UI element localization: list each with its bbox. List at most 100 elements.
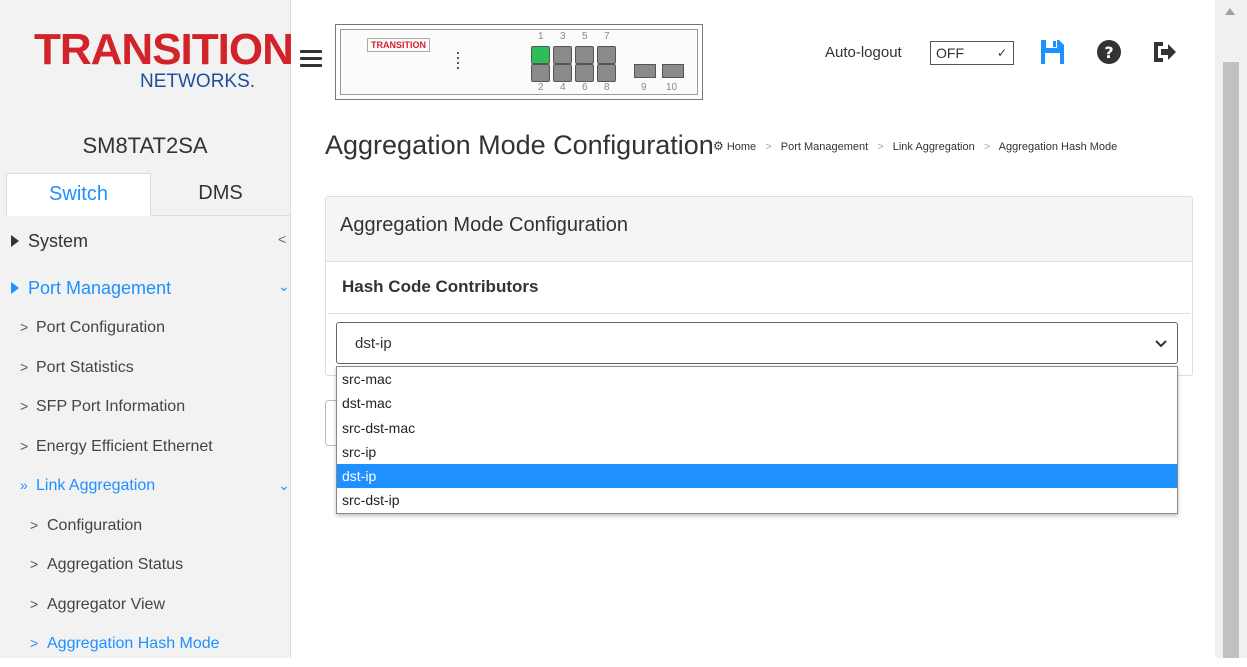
status-leds (457, 52, 461, 72)
sidebar-item-energy-efficient-ethernet[interactable]: > Energy Efficient Ethernet (0, 430, 290, 470)
port-number: 4 (560, 82, 566, 93)
chevron-right-icon: > (30, 516, 39, 533)
help-icon[interactable]: ? (1095, 38, 1123, 66)
sidebar-item-label: Port Configuration (36, 319, 165, 336)
sidebar-item-aggregation-status[interactable]: > Aggregation Status (0, 548, 290, 588)
chevron-right-icon: > (20, 398, 29, 414)
chevron-down-icon: ⌄ (278, 477, 290, 493)
caret-right-icon (11, 282, 19, 294)
chevron-left-icon: < (278, 231, 287, 247)
port-number: 10 (666, 82, 678, 93)
sidebar-item-port-statistics[interactable]: > Port Statistics (0, 351, 290, 391)
logo-subtext: NETWORKS. (140, 71, 256, 92)
tab-switch[interactable]: Switch (6, 173, 151, 216)
hash-options-list: src-mac dst-mac src-dst-mac src-ip dst-i… (336, 366, 1178, 514)
scrollbar-thumb[interactable] (1223, 62, 1239, 658)
page-scrollbar[interactable] (1215, 0, 1247, 658)
port-number: 2 (538, 82, 544, 93)
select-value: dst-ip (355, 335, 392, 352)
port-5[interactable] (575, 46, 594, 64)
caret-right-icon (11, 235, 19, 247)
breadcrumb-home[interactable]: Home (727, 141, 756, 153)
home-icon: ⚙ (713, 139, 724, 153)
sidebar-item-configuration[interactable]: > Configuration (0, 509, 290, 549)
port-7[interactable] (597, 46, 616, 64)
sidebar-item-label: Aggregation Status (47, 556, 184, 573)
chevron-right-icon: > (20, 319, 29, 335)
auto-logout-value: OFF (936, 45, 964, 61)
sidebar-item-label: Port Statistics (36, 358, 134, 376)
option-src-ip[interactable]: src-ip (337, 440, 1177, 464)
option-src-mac[interactable]: src-mac (337, 367, 1177, 391)
scroll-up-arrow-icon[interactable] (1225, 8, 1235, 15)
device-panel: TRANSITION 1 3 5 7 2 4 6 8 9 10 (335, 24, 703, 100)
sidebar-item-aggregator-view[interactable]: > Aggregator View (0, 588, 290, 628)
chevron-right-icon: > (30, 635, 39, 651)
breadcrumb-link-aggregation[interactable]: Link Aggregation (893, 141, 975, 153)
page-title: Aggregation Mode Configuration (325, 130, 714, 160)
sidebar-item-aggregation-hash-mode[interactable]: > Aggregation Hash Mode (0, 627, 290, 667)
port-number: 7 (604, 31, 610, 42)
hostname: SM8TAT2SA (82, 133, 208, 158)
sfp-port-10[interactable] (662, 64, 684, 78)
sidebar-item-port-configuration[interactable]: > Port Configuration (0, 311, 290, 351)
auto-logout-select[interactable]: OFF ✓ (930, 41, 1014, 65)
panel-title: Aggregation Mode Configuration (340, 214, 628, 236)
chevron-down-icon: ✓ (996, 46, 1007, 60)
option-dst-mac[interactable]: dst-mac (337, 391, 1177, 415)
sidebar-item-label: Energy Efficient Ethernet (36, 437, 213, 455)
breadcrumb: ⚙ Home > Port Management > Link Aggregat… (713, 139, 1118, 153)
port-number: 9 (641, 82, 647, 93)
port-number: 6 (582, 82, 588, 93)
svg-text:?: ? (1104, 43, 1113, 62)
sidebar-item-label: Link Aggregation (36, 477, 156, 494)
double-chevron-right-icon: » (20, 477, 28, 493)
chevron-right-icon: > (20, 437, 29, 454)
sidebar-item-link-aggregation[interactable]: » Link Aggregation ⌄ (0, 469, 290, 509)
panel-header: Aggregation Mode Configuration (326, 197, 1192, 262)
logout-icon[interactable] (1150, 38, 1178, 66)
chevron-right-icon: > (30, 595, 39, 612)
sidebar-item-sfp-port-information[interactable]: > SFP Port Information (0, 390, 290, 430)
hash-contributor-select[interactable]: dst-ip (336, 322, 1178, 364)
port-4[interactable] (553, 64, 572, 82)
sidebar: SM8TAT2SA Switch DMS System < Port Manag… (0, 125, 291, 658)
chevron-down-icon (1155, 340, 1167, 348)
top-bar: TRANSITION NETWORKS. TRANSITION 1 3 5 7 … (0, 0, 1215, 125)
port-number: 8 (604, 82, 610, 93)
logo-text: TRANSITION (34, 25, 294, 74)
auto-logout-label: Auto-logout (825, 44, 902, 61)
option-dst-ip[interactable]: dst-ip (337, 464, 1177, 489)
sidebar-item-label: Aggregation Hash Mode (47, 635, 220, 652)
tab-dms[interactable]: DMS (151, 173, 290, 216)
port-8[interactable] (597, 64, 616, 82)
sidebar-item-label: Aggregator View (47, 595, 165, 613)
breadcrumb-port-management[interactable]: Port Management (781, 141, 868, 153)
sfp-port-9[interactable] (634, 64, 656, 78)
logo: TRANSITION NETWORKS. (0, 0, 294, 125)
chevron-right-icon: > (20, 358, 29, 375)
port-3[interactable] (553, 46, 572, 64)
breadcrumb-current: Aggregation Hash Mode (998, 141, 1118, 153)
device-logo: TRANSITION (367, 38, 430, 52)
option-src-dst-ip[interactable]: src-dst-ip (337, 488, 1177, 512)
port-6[interactable] (575, 64, 594, 82)
sidebar-nav: System < Port Management ⌄ > Port Config… (0, 217, 290, 667)
sidebar-item-label: System (28, 231, 89, 251)
sidebar-item-label: Port Management (28, 278, 172, 298)
port-number: 5 (582, 31, 588, 42)
menu-toggle-icon[interactable] (300, 50, 322, 68)
port-number: 3 (560, 31, 566, 42)
sidebar-item-port-management[interactable]: Port Management ⌄ (0, 264, 290, 311)
chevron-right-icon: > (30, 556, 39, 572)
port-2[interactable] (531, 64, 550, 82)
hash-section-header: Hash Code Contributors (328, 261, 1190, 314)
option-src-dst-mac[interactable]: src-dst-mac (337, 416, 1177, 440)
port-1[interactable] (531, 46, 550, 64)
hash-section-title: Hash Code Contributors (342, 277, 539, 296)
save-icon[interactable] (1038, 38, 1066, 66)
sidebar-item-label: Configuration (47, 516, 143, 534)
sidebar-item-label: SFP Port Information (36, 398, 186, 415)
sidebar-item-system[interactable]: System < (0, 217, 290, 264)
port-number: 1 (538, 31, 544, 42)
